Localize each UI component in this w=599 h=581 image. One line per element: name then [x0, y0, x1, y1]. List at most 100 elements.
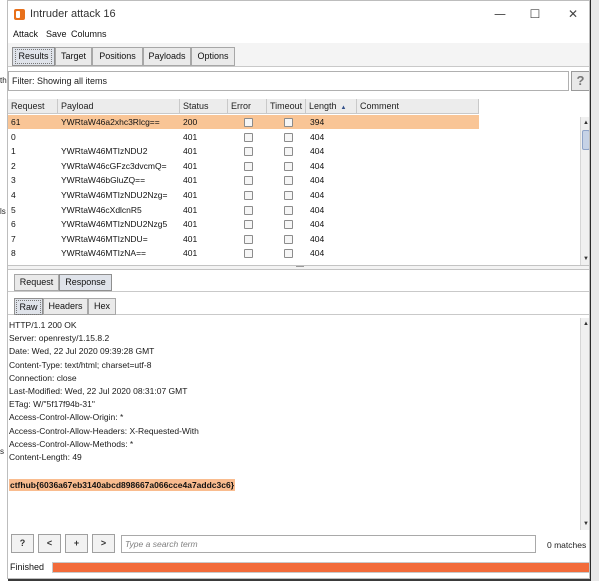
results-table: Request Payload Status Error Timeout Len… [8, 99, 589, 265]
table-row[interactable]: 1 YWRtaW46MTIzNDU2 401 404 [8, 144, 479, 158]
error-checkbox [244, 220, 253, 230]
cell-length: 404 [310, 190, 325, 200]
cell-length: 404 [310, 219, 325, 230]
cell-status: 401 [183, 160, 198, 171]
column-header-request[interactable]: Request [8, 99, 58, 114]
table-row[interactable]: 7 YWRtaW46MTIzNDU= 401 404 [8, 232, 479, 246]
response-text-area[interactable]: HTTP/1.1 200 OK Server: openresty/1.15.8.… [8, 318, 579, 528]
search-next-button[interactable]: > [92, 534, 115, 553]
tab-request[interactable]: Request [14, 274, 59, 291]
timeout-checkbox [284, 176, 293, 186]
column-header-error[interactable]: Error [228, 99, 267, 114]
intruder-attack-window: Intruder attack 16 — ☐ ✕ Attack Save Col… [7, 0, 590, 579]
response-line: HTTP/1.1 200 OK [9, 320, 77, 330]
error-checkbox [244, 249, 253, 259]
cell-length: 404 [310, 248, 325, 259]
table-header: Request Payload Status Error Timeout Len… [8, 99, 479, 114]
cell-length: 404 [310, 204, 325, 215]
timeout-checkbox [284, 132, 293, 142]
error-checkbox [244, 118, 253, 127]
tab-hex[interactable]: Hex [88, 298, 116, 315]
filter-bar: Filter: Showing all items ? [8, 71, 589, 91]
response-line: Last-Modified: Wed, 22 Jul 2020 08:31:07… [9, 386, 188, 396]
table-row[interactable]: 61 YWRtaW46a2xhc3Rlcg== 200 394 [8, 115, 479, 129]
menu-columns[interactable]: Columns [71, 29, 107, 39]
pane-splitter[interactable] [8, 265, 589, 270]
background-text-fragment: s [0, 447, 4, 456]
cell-request: 2 [11, 160, 16, 171]
cell-request: 4 [11, 190, 16, 200]
window-title: Intruder attack 16 [30, 8, 116, 20]
cell-status: 401 [183, 190, 198, 200]
table-row[interactable]: 2 YWRtaW46cGFzc3dvcmQ= 401 404 [8, 159, 479, 173]
search-options-button[interactable]: + [65, 534, 88, 553]
tab-response[interactable]: Response [59, 274, 112, 291]
cell-status: 401 [183, 233, 198, 244]
match-count: 0 matches [547, 540, 587, 550]
scroll-down-icon[interactable]: ▼ [583, 521, 589, 527]
cell-request: 1 [11, 146, 16, 157]
response-flag-highlight: ctfhub{6036a67eb3140abcd898667a066cce4a7… [9, 479, 235, 491]
table-row[interactable]: 3 YWRtaW46bGluZQ== 401 404 [8, 173, 479, 187]
tab-payloads[interactable]: Payloads [143, 47, 191, 66]
column-header-status[interactable]: Status [180, 99, 228, 114]
column-header-length[interactable]: Length ▲ [306, 99, 357, 114]
table-row[interactable]: 0 401 404 [8, 130, 479, 144]
background-text-fragment: ls [0, 207, 6, 216]
cell-payload: YWRtaW46bGluZQ== [61, 175, 146, 186]
search-input[interactable] [121, 535, 536, 553]
help-button[interactable]: ? [571, 71, 589, 91]
cell-status: 401 [183, 175, 198, 186]
tab-options[interactable]: Options [191, 47, 235, 66]
cell-payload: YWRtaW46a2xhc3Rlcg== [61, 117, 160, 127]
minimize-button[interactable]: — [489, 5, 511, 23]
table-row[interactable]: 8 YWRtaW46MTIzNA== 401 404 [8, 246, 479, 260]
error-checkbox [244, 132, 253, 142]
tab-target[interactable]: Target [55, 47, 92, 66]
results-scrollbar[interactable]: ▲ ▼ [580, 117, 589, 265]
cell-length: 404 [310, 131, 325, 142]
cell-length: 404 [310, 146, 325, 157]
detail-tab-bar: Request Response [8, 273, 589, 292]
scroll-up-icon[interactable]: ▲ [583, 120, 589, 126]
response-line: Access-Control-Allow-Methods: * [9, 438, 134, 449]
sort-ascending-icon: ▲ [340, 105, 347, 111]
cell-payload: YWRtaW46MTIzNA== [61, 248, 147, 259]
response-line: Connection: close [9, 372, 77, 383]
status-bar: Finished [8, 559, 589, 575]
response-line: Server: openresty/1.15.8.2 [9, 333, 110, 344]
response-line: ETag: W/"5f17f94b-31" [9, 399, 95, 410]
timeout-checkbox [284, 191, 293, 200]
tab-raw[interactable]: Raw [14, 298, 43, 315]
cell-request: 5 [11, 204, 16, 215]
table-row[interactable]: 5 YWRtaW46cXdlcnR5 401 404 [8, 203, 479, 217]
response-scrollbar[interactable]: ▲ ▼ [580, 318, 589, 530]
tab-headers[interactable]: Headers [43, 298, 88, 315]
table-row[interactable]: 4 YWRtaW46MTIzNDU2Nzg= 401 404 [8, 188, 479, 202]
table-row[interactable]: 6 YWRtaW46MTIzNDU2Nzg5 401 404 [8, 217, 479, 231]
cell-payload: YWRtaW46MTIzNDU2Nzg= [61, 190, 168, 200]
column-header-comment[interactable]: Comment [357, 99, 479, 114]
maximize-button[interactable]: ☐ [524, 5, 546, 23]
cell-status: 200 [183, 117, 198, 127]
menu-attack[interactable]: Attack [13, 29, 38, 39]
cell-length: 404 [310, 175, 325, 186]
timeout-checkbox [284, 205, 293, 215]
error-checkbox [244, 161, 253, 171]
error-checkbox [244, 234, 253, 244]
tab-positions[interactable]: Positions [92, 47, 143, 66]
close-button[interactable]: ✕ [562, 5, 584, 23]
column-header-payload[interactable]: Payload [58, 99, 180, 114]
scrollbar-thumb[interactable] [582, 130, 589, 150]
scroll-down-icon[interactable]: ▼ [583, 256, 589, 262]
scroll-up-icon[interactable]: ▲ [583, 321, 589, 327]
search-help-button[interactable]: ? [11, 534, 34, 553]
menu-save[interactable]: Save [46, 29, 67, 39]
error-checkbox [244, 191, 253, 200]
search-previous-button[interactable]: < [38, 534, 61, 553]
column-header-timeout[interactable]: Timeout [267, 99, 306, 114]
cell-payload: YWRtaW46cXdlcnR5 [61, 204, 142, 215]
response-line: Content-Length: 49 [9, 452, 82, 462]
tab-results[interactable]: Results [12, 47, 55, 66]
filter-field[interactable]: Filter: Showing all items [8, 71, 569, 91]
